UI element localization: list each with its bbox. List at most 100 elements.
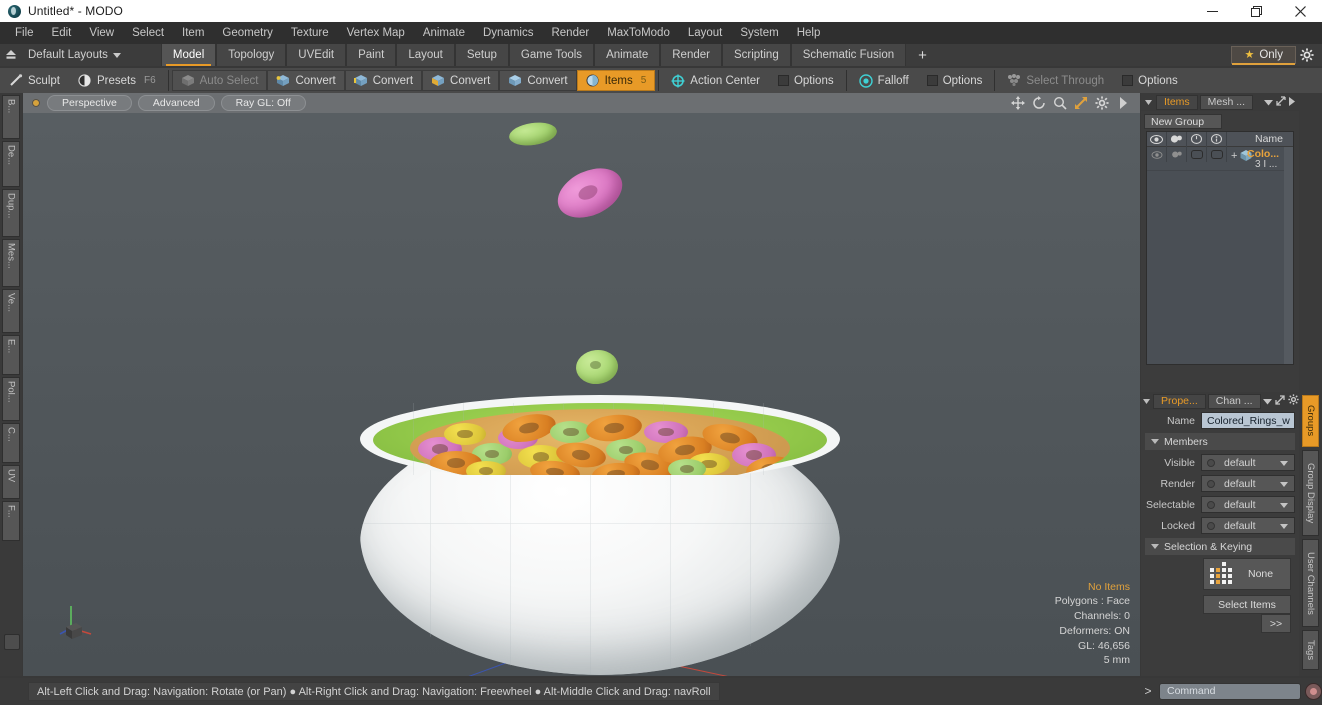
row-eye-toggle[interactable] [1147,147,1167,162]
tab-uvedit[interactable]: UVEdit [286,44,347,66]
menu-geometry[interactable]: Geometry [213,24,282,42]
play-arrow-icon[interactable] [1116,96,1130,110]
play-arrow-icon[interactable] [1289,93,1295,111]
menu-vertex-map[interactable]: Vertex Map [338,24,414,42]
table-row[interactable]: + Colo... 3 I ... [1147,147,1293,171]
convert-vertex-button[interactable]: Convert [267,70,345,91]
left-tab-fusion[interactable]: F... [2,501,20,541]
tab-items[interactable]: Items [1156,94,1198,110]
move-icon[interactable] [1011,96,1025,110]
row-render-toggle[interactable] [1167,147,1187,162]
right-tab-user-channels[interactable]: User Channels [1302,539,1319,627]
falloff-button[interactable]: Falloff [850,70,918,91]
left-tab-mesh-edit[interactable]: Mes... [2,239,20,287]
tab-mesh[interactable]: Mesh ... [1199,94,1254,110]
close-icon[interactable] [1278,0,1322,22]
left-tab-edge[interactable]: E... [2,335,20,375]
name-field[interactable]: Colored_Rings_w [1201,412,1295,429]
item-list[interactable]: Name + Colo... 3 I ... [1146,131,1294,365]
tab-schematic-fusion[interactable]: Schematic Fusion [790,44,907,66]
menu-animate[interactable]: Animate [414,24,474,42]
tab-render[interactable]: Render [660,44,722,66]
menu-dynamics[interactable]: Dynamics [474,24,542,42]
left-tab-basic[interactable]: B... [2,95,20,139]
zoom-icon[interactable] [1053,96,1067,110]
menu-edit[interactable]: Edit [43,24,81,42]
tab-setup[interactable]: Setup [454,44,509,66]
expand-icon[interactable] [1274,392,1285,410]
menu-file[interactable]: File [6,24,43,42]
gear-icon[interactable] [1095,96,1109,110]
menu-view[interactable]: View [80,24,123,42]
expand-icon[interactable] [1276,93,1286,111]
select-items-button[interactable]: Select Items [1203,595,1291,614]
record-icon[interactable] [1305,682,1322,700]
right-tab-group-display[interactable]: Group Display [1302,450,1319,536]
left-tab-vertex[interactable]: Ve... [2,289,20,333]
action-center-options-button[interactable]: Options [769,70,843,91]
gear-icon[interactable] [1287,392,1299,410]
tab-topology[interactable]: Topology [216,44,287,66]
selectable-dropdown[interactable]: default [1201,496,1295,513]
tab-paint[interactable]: Paint [346,44,397,66]
tab-layout[interactable]: Layout [396,44,455,66]
right-tab-tags[interactable]: Tags [1302,630,1319,670]
home-layout-icon[interactable] [0,44,22,66]
panel-collapse-icon[interactable] [1143,392,1151,410]
tab-game-tools[interactable]: Game Tools [508,44,595,66]
chevron-down-icon[interactable] [1262,392,1272,410]
left-strip-extra-button[interactable] [4,634,20,650]
gear-icon[interactable] [1296,44,1318,66]
minimize-icon[interactable] [1190,0,1234,22]
tab-scripting[interactable]: Scripting [721,44,791,66]
menu-item[interactable]: Item [173,24,213,42]
falloff-options-button[interactable]: Options [918,70,992,91]
add-tab-button[interactable]: + [906,44,939,66]
left-tab-polygon[interactable]: Pol... [2,377,20,421]
presets-button[interactable]: Presets F6 [69,70,165,91]
tab-properties[interactable]: Prope... [1153,393,1206,409]
new-group-button[interactable]: New Group [1144,114,1222,129]
command-input[interactable]: Command [1159,682,1301,700]
row-lock-toggle[interactable] [1187,147,1207,162]
info-icon[interactable] [1207,131,1227,147]
chevron-down-icon[interactable] [1264,93,1273,111]
viewport-shading-pill[interactable]: Advanced [137,95,215,111]
item-list-scrollbar[interactable] [1284,147,1293,364]
left-tab-curve[interactable]: C... [2,423,20,463]
convert-polygon-button[interactable]: Convert [422,70,500,91]
auto-select-button[interactable]: Auto Select [171,70,268,91]
viewport-dot-icon[interactable] [32,99,40,107]
sculpt-button[interactable]: Sculpt [0,70,69,91]
row-info-toggle[interactable] [1207,147,1227,162]
left-tab-deform[interactable]: De... [2,141,20,187]
convert-material-button[interactable]: Convert [499,70,577,91]
menu-help[interactable]: Help [788,24,830,42]
eye-icon[interactable] [1147,131,1167,147]
render-icon[interactable] [1167,131,1187,147]
items-button[interactable]: Items 5 [576,70,656,91]
convert-edge-button[interactable]: Convert [344,70,423,91]
tab-animate[interactable]: Animate [594,44,661,66]
right-tab-groups[interactable]: Groups [1302,395,1319,447]
action-center-button[interactable]: Action Center [662,70,769,91]
left-tab-duplicate[interactable]: Dup... [2,189,20,237]
section-members[interactable]: Members [1145,433,1295,450]
rotate-icon[interactable] [1032,96,1046,110]
maximize-icon[interactable] [1234,0,1278,22]
locked-dropdown[interactable]: default [1201,517,1295,534]
section-selection-keying[interactable]: Selection & Keying [1145,538,1295,555]
viewport-raygl-pill[interactable]: Ray GL: Off [220,95,306,111]
menu-maxtomodo[interactable]: MaxToModo [598,24,679,42]
render-dropdown[interactable]: default [1201,475,1295,492]
menu-layout[interactable]: Layout [679,24,732,42]
3d-viewport[interactable]: Perspective Advanced Ray GL: Off No Item… [23,93,1140,676]
menu-select[interactable]: Select [123,24,173,42]
viewport-scene[interactable]: No Items Polygons : Face Channels: 0 Def… [23,113,1140,676]
tab-model[interactable]: Model [160,44,217,66]
more-options-button[interactable]: >> [1261,614,1291,633]
selection-set-picker[interactable]: None [1203,558,1291,590]
menu-texture[interactable]: Texture [282,24,338,42]
lock-icon[interactable] [1187,131,1207,147]
fit-icon[interactable] [1074,96,1088,110]
